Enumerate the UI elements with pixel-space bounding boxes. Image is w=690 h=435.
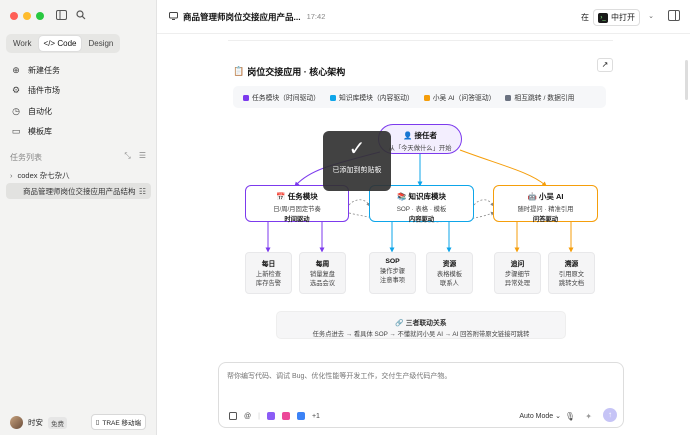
node-title: 👤 接任者 <box>403 131 437 140</box>
leaf-desc: 销量复盘 选品会议 <box>309 271 336 287</box>
calendar-icon: 📅 <box>276 192 286 201</box>
leaf-title: 资源 <box>442 261 457 268</box>
leaf-daily[interactable]: 每日 上新检查 库存告警 <box>245 252 292 294</box>
leaf-title: 每周 <box>315 261 330 268</box>
node-subtitle: 随时提问 · 精准引用 <box>517 206 574 213</box>
book-icon: 📚 <box>397 192 407 201</box>
sparkle-icon[interactable]: ✦ <box>585 412 592 421</box>
node-subtitle: SOP · 表格 · 模板 <box>396 206 447 213</box>
leaf-title: 溯源 <box>564 261 579 268</box>
user-icon: 👤 <box>403 131 413 140</box>
chat-input-box: @ | +1 Auto Mode ⌄ 🎙 ✦ ↑ <box>218 362 624 428</box>
leaf-desc: 上新检查 库存告警 <box>255 271 282 287</box>
leaf-sop[interactable]: SOP 操作步骤 注意事项 <box>369 252 416 294</box>
node-title: 🤖 小吴 AI <box>527 192 564 201</box>
node-title: 📅 任务模块 <box>276 192 318 201</box>
leaf-weekly[interactable]: 每周 销量复盘 选品会议 <box>299 252 346 294</box>
leaf-title: 追问 <box>510 261 525 268</box>
context-file-icon[interactable] <box>281 412 290 420</box>
leaf-trace[interactable]: 溯源 引用原文 跳转文档 <box>548 252 595 294</box>
attach-icon[interactable] <box>229 412 237 420</box>
robot-icon: 🤖 <box>527 192 537 201</box>
at-icon[interactable]: @ <box>244 413 251 420</box>
divider: | <box>258 412 260 420</box>
leaf-title: SOP <box>385 258 400 265</box>
node-driver: 时间驱动 <box>284 216 310 223</box>
node-subtitle: 从「今天做什么」开始 <box>388 145 452 152</box>
scrollbar[interactable] <box>685 60 688 100</box>
node-ai-module[interactable]: 🤖 小吴 AI 随时提问 · 精准引用 问答驱动 <box>493 185 598 223</box>
toast-message: 已添加到剪贴板 <box>332 167 382 174</box>
linkage-box: 🔗 三者联动关系 任务点进去 → 看具体 SOP → 不懂就问小吴 AI → A… <box>276 311 566 339</box>
context-link-icon[interactable] <box>296 412 305 420</box>
linkage-title: 🔗 三者联动关系 <box>395 320 447 327</box>
send-button[interactable]: ↑ <box>603 408 617 422</box>
checkmark-icon: ✓ <box>348 138 366 160</box>
extra-count[interactable]: +1 <box>312 413 320 420</box>
context-image-icon[interactable] <box>266 412 275 420</box>
copied-toast: ✓ 已添加到剪贴板 <box>323 131 391 191</box>
leaf-desc: 操作步骤 注意事项 <box>379 268 406 284</box>
node-title: 📚 知识库模块 <box>397 192 446 201</box>
leaf-desc: 步骤细节 异常处理 <box>504 271 531 287</box>
leaf-followup[interactable]: 追问 步骤细节 异常处理 <box>494 252 541 294</box>
node-driver: 问答驱动 <box>532 216 559 223</box>
leaf-desc: 表格模板 联系人 <box>436 271 463 287</box>
input-toolbar: @ | +1 <box>229 412 320 420</box>
microphone-icon[interactable]: 🎙 <box>565 412 575 421</box>
linkage-desc: 任务点进去 → 看具体 SOP → 不懂就问小吴 AI → AI 回答附带原文链… <box>312 331 530 338</box>
leaf-title: 每日 <box>261 261 276 268</box>
leaf-resources[interactable]: 资源 表格模板 联系人 <box>426 252 473 294</box>
chat-input[interactable] <box>227 371 607 391</box>
leaf-desc: 引用原文 跳转文档 <box>558 271 585 287</box>
node-subtitle: 日/周/月固定节奏 <box>273 206 321 213</box>
mode-selector[interactable]: Auto Mode ⌄ <box>519 412 561 420</box>
node-driver: 内容驱动 <box>408 216 435 223</box>
